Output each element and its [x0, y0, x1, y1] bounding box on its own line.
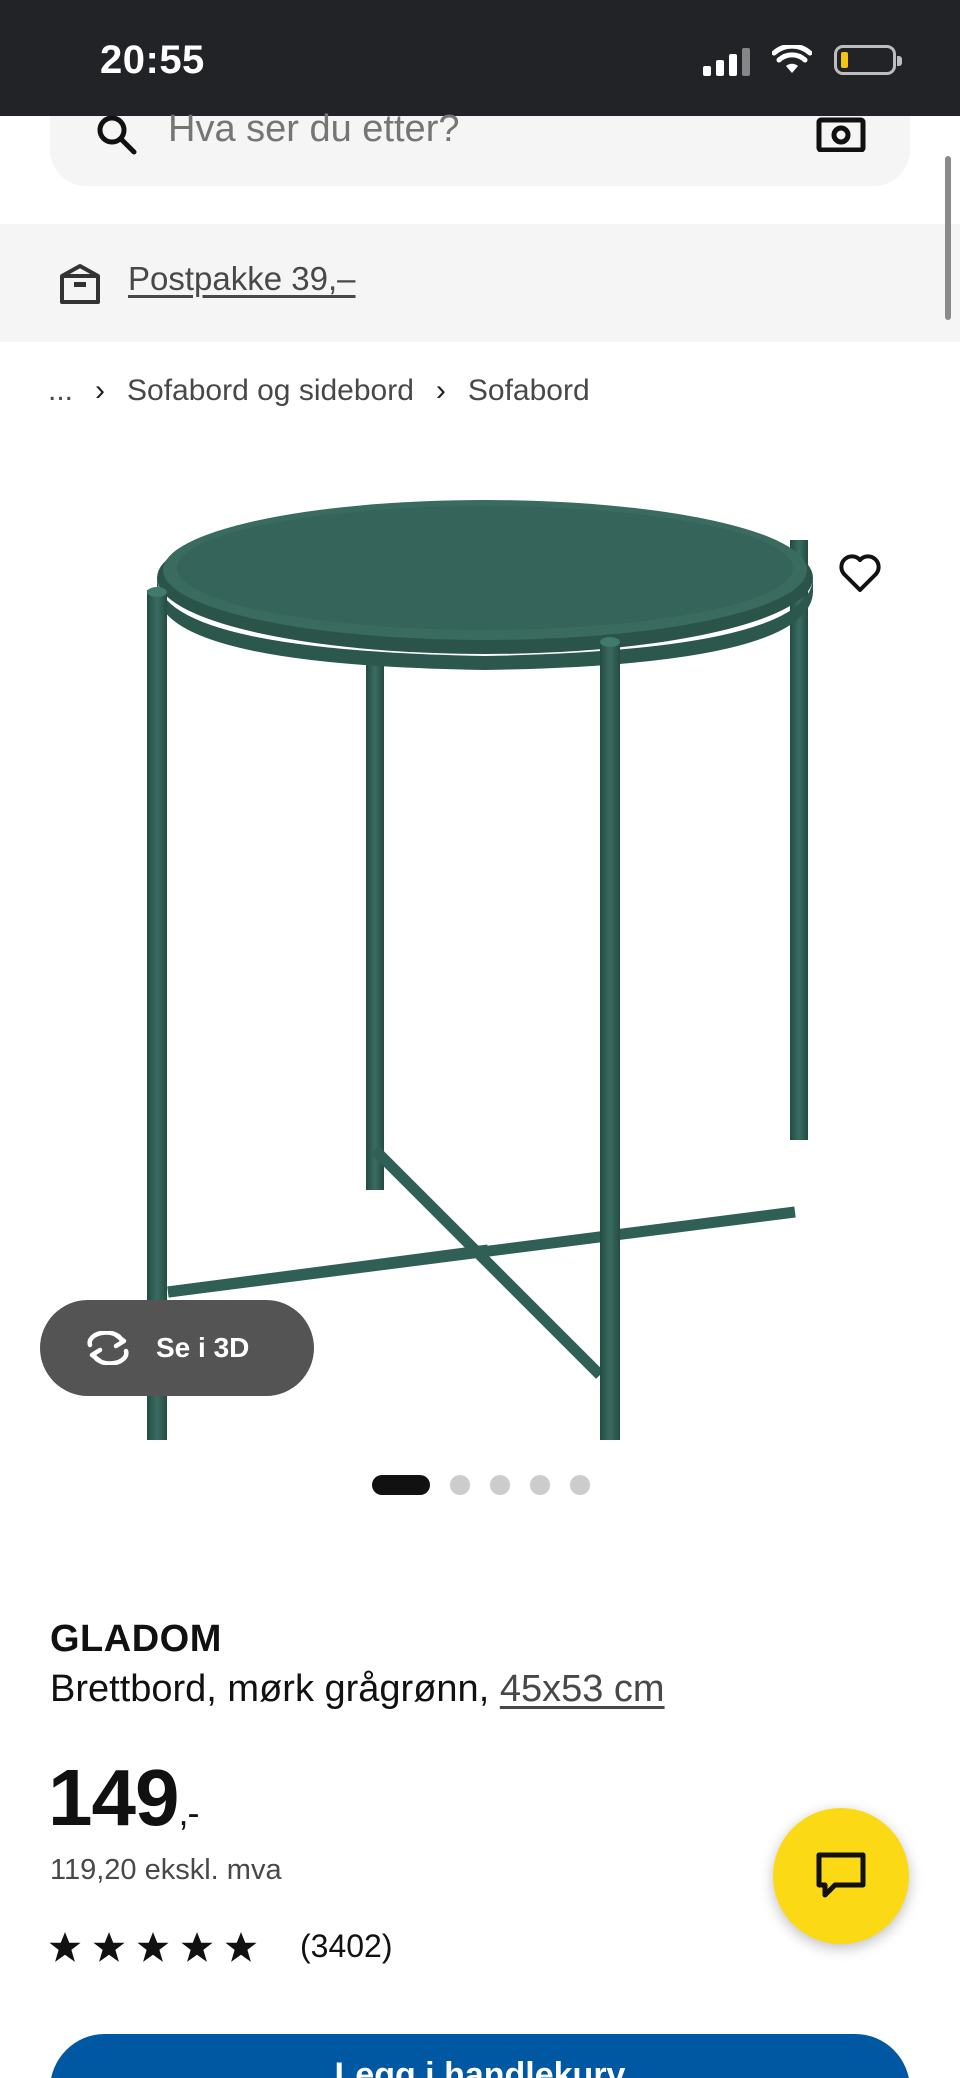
status-icons — [703, 44, 902, 76]
star-icon — [181, 1931, 213, 1962]
search-icon — [97, 116, 137, 155]
product-description: Brettbord, mørk grågrønn, 45x53 cm — [50, 1668, 665, 1711]
carousel-dot-1[interactable] — [372, 1475, 430, 1495]
view-3d-label: Se i 3D — [156, 1332, 250, 1363]
battery-icon — [834, 45, 902, 75]
star-icon — [137, 1931, 169, 1962]
carousel-dots — [372, 1475, 590, 1495]
rating-count: (3402) — [300, 1928, 393, 1964]
search-bar[interactable] — [50, 108, 910, 186]
signal-icon — [703, 44, 750, 76]
scrollbar[interactable] — [945, 156, 951, 320]
wifi-icon — [772, 45, 812, 73]
camera-icon[interactable] — [816, 116, 866, 152]
status-time: 20:55 — [100, 38, 205, 82]
status-bar: 20:55 — [0, 0, 960, 116]
price-value: 149 — [48, 1753, 179, 1842]
chevron-right-icon: › — [95, 374, 106, 407]
chevron-right-icon: › — [435, 374, 446, 407]
chat-icon — [816, 1852, 866, 1898]
add-to-cart-button[interactable]: Legg i handlekurv — [50, 2034, 910, 2078]
breadcrumb-ellipsis[interactable]: ... — [48, 374, 73, 408]
product-size-link[interactable]: 45x53 cm — [500, 1668, 665, 1710]
breadcrumb: ... › Sofabord og sidebord › Sofabord — [48, 374, 590, 408]
shipping-link[interactable]: Postpakke 39,– — [128, 260, 356, 298]
heart-icon[interactable] — [836, 548, 884, 596]
carousel-dot-2[interactable] — [450, 1475, 470, 1495]
shipping-banner: Postpakke 39,– — [0, 224, 960, 342]
rotate-3d-icon — [87, 1331, 129, 1365]
carousel-dot-5[interactable] — [570, 1475, 590, 1495]
star-icon — [49, 1931, 81, 1962]
chat-button[interactable] — [773, 1808, 909, 1944]
carousel-dot-4[interactable] — [530, 1475, 550, 1495]
star-icon — [225, 1931, 257, 1962]
breadcrumb-item-subcategory[interactable]: Sofabord — [468, 374, 590, 408]
product-description-text: Brettbord, mørk grågrønn, — [50, 1668, 500, 1710]
price-suffix: ,- — [178, 1792, 199, 1833]
product-name: GLADOM — [50, 1618, 222, 1660]
product-rating[interactable]: (3402) — [48, 1928, 393, 1965]
box-icon — [60, 264, 100, 304]
product-image[interactable] — [0, 460, 960, 1440]
carousel-dot-3[interactable] — [490, 1475, 510, 1495]
breadcrumb-item-category[interactable]: Sofabord og sidebord — [127, 374, 414, 408]
search-input[interactable] — [168, 108, 768, 151]
star-icon — [93, 1931, 125, 1962]
price-ex-vat: 119,20 ekskl. mva — [50, 1854, 282, 1886]
view-3d-button[interactable]: Se i 3D — [40, 1300, 314, 1396]
product-price: 149,- — [48, 1752, 199, 1844]
